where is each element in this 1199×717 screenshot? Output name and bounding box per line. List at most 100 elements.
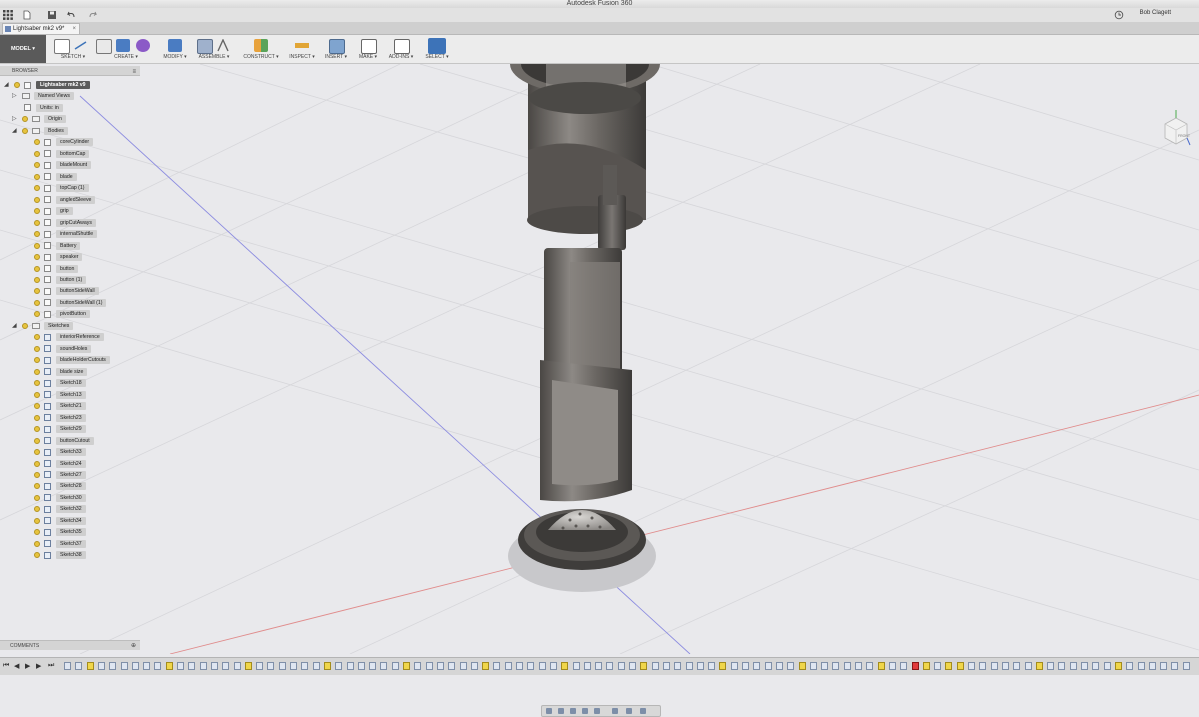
- sketch-row[interactable]: buttonCutout: [0, 436, 140, 446]
- timeline-feature-icon[interactable]: [233, 662, 241, 670]
- timeline-feature-icon[interactable]: [595, 662, 603, 670]
- timeline-feature-icon[interactable]: [267, 662, 275, 670]
- visibility-bulb-icon[interactable]: [34, 483, 40, 490]
- visibility-bulb-icon[interactable]: [34, 517, 40, 524]
- timeline-feature-icon[interactable]: [1182, 662, 1190, 670]
- select-group[interactable]: SELECT ▾: [422, 37, 452, 61]
- visibility-bulb-icon[interactable]: [34, 219, 40, 226]
- timeline-feature-icon[interactable]: [482, 662, 490, 670]
- visibility-bulb-icon[interactable]: [34, 391, 40, 398]
- visibility-bulb-icon[interactable]: [34, 242, 40, 249]
- sketch-row[interactable]: Sketch21: [0, 401, 140, 411]
- timeline-feature-icon[interactable]: [1103, 662, 1111, 670]
- addins-group[interactable]: ADD-INS ▾: [386, 37, 416, 61]
- timeline-feature-icon[interactable]: [1001, 662, 1009, 670]
- construct-group[interactable]: CONSTRUCT ▾: [240, 37, 282, 61]
- timeline-feature-icon[interactable]: [888, 662, 896, 670]
- timeline-feature-icon[interactable]: [1171, 662, 1179, 670]
- visibility-bulb-icon[interactable]: [34, 494, 40, 501]
- timeline-feature-icon[interactable]: [120, 662, 128, 670]
- visibility-bulb-icon[interactable]: [34, 185, 40, 192]
- timeline-feature-icon[interactable]: [1160, 662, 1168, 670]
- timeline-feature-icon[interactable]: [493, 662, 501, 670]
- sketch-row[interactable]: Sketch23: [0, 413, 140, 423]
- visibility-bulb-icon[interactable]: [34, 449, 40, 456]
- body-row[interactable]: grip: [0, 206, 140, 216]
- visibility-bulb-icon[interactable]: [34, 460, 40, 467]
- visibility-bulb-icon[interactable]: [34, 529, 40, 536]
- visibility-bulb-icon[interactable]: [34, 471, 40, 478]
- body-row[interactable]: coreCylinder: [0, 137, 140, 147]
- timeline-feature-icon[interactable]: [549, 662, 557, 670]
- visibility-bulb-icon[interactable]: [34, 196, 40, 203]
- create-group[interactable]: CREATE ▾: [96, 37, 156, 61]
- timeline-feature-icon[interactable]: [561, 662, 569, 670]
- timeline-feature-icon[interactable]: [866, 662, 874, 670]
- sketch-row[interactable]: Sketch35: [0, 527, 140, 537]
- visibility-bulb-icon[interactable]: [14, 82, 20, 88]
- workspace-switcher[interactable]: MODEL ▾: [0, 35, 46, 63]
- timeline-feature-icon[interactable]: [900, 662, 908, 670]
- sketch-row[interactable]: Sketch27: [0, 470, 140, 480]
- timeline-feature-icon[interactable]: [775, 662, 783, 670]
- timeline-feature-icon[interactable]: [199, 662, 207, 670]
- timeline-feature-icon[interactable]: [764, 662, 772, 670]
- timeline-feature-icon[interactable]: [86, 662, 94, 670]
- canvas-viewport[interactable]: FRONT: [0, 34, 1199, 717]
- timeline-feature-icon[interactable]: [143, 662, 151, 670]
- visibility-bulb-icon[interactable]: [34, 311, 40, 318]
- timeline-feature-icon[interactable]: [742, 662, 749, 670]
- timeline-feature-icon[interactable]: [527, 662, 535, 670]
- body-row[interactable]: buttonSideWall (1): [0, 298, 140, 308]
- visibility-bulb-icon[interactable]: [34, 552, 40, 559]
- timeline-feature-icon[interactable]: [1013, 662, 1021, 670]
- timeline-feature-icon[interactable]: [990, 662, 998, 670]
- body-row[interactable]: buttonSideWall: [0, 286, 140, 296]
- body-row[interactable]: pivotButton: [0, 309, 140, 319]
- expand-arrow-icon[interactable]: ◢: [12, 126, 17, 136]
- sketch-group[interactable]: SKETCH ▾: [52, 37, 94, 61]
- job-status-icon[interactable]: [1114, 10, 1124, 20]
- sketch-row[interactable]: Sketch38: [0, 550, 140, 560]
- timeline-feature-icon[interactable]: [911, 662, 919, 670]
- comments-panel[interactable]: COMMENTS ⊕: [0, 640, 140, 650]
- body-row[interactable]: angledSleeve: [0, 195, 140, 205]
- play-icon[interactable]: ▶: [25, 662, 30, 670]
- visibility-bulb-icon[interactable]: [34, 368, 40, 375]
- body-row[interactable]: topCap (1): [0, 183, 140, 193]
- timeline-feature-icon[interactable]: [651, 662, 659, 670]
- timeline-feature-icon[interactable]: [1058, 662, 1066, 670]
- timeline-feature-icon[interactable]: [210, 662, 218, 670]
- visibility-bulb-icon[interactable]: [34, 380, 40, 387]
- timeline-feature-icon[interactable]: [719, 662, 727, 670]
- timeline-feature-icon[interactable]: [877, 662, 885, 670]
- grip-sleeve-body[interactable]: [544, 248, 622, 376]
- timeline-feature-icon[interactable]: [640, 662, 648, 670]
- sketch-row[interactable]: Sketch37: [0, 539, 140, 549]
- timeline-feature-icon[interactable]: [934, 662, 942, 670]
- body-row[interactable]: internalShuttle: [0, 229, 140, 239]
- timeline-feature-icon[interactable]: [436, 662, 444, 670]
- timeline-feature-icon[interactable]: [821, 662, 829, 670]
- model-canvas[interactable]: [0, 34, 1199, 655]
- timeline-feature-icon[interactable]: [414, 662, 422, 670]
- browser-node[interactable]: ◢ Bodies: [0, 126, 140, 136]
- body-row[interactable]: button (1): [0, 275, 140, 285]
- make-group[interactable]: MAKE ▾: [354, 37, 382, 61]
- sketch-row[interactable]: Sketch32: [0, 504, 140, 514]
- step-back-icon[interactable]: ◀: [14, 662, 19, 670]
- timeline-feature-icon[interactable]: [403, 662, 410, 670]
- timeline-feature-icon[interactable]: [753, 662, 761, 670]
- bottom-cap-body[interactable]: [508, 509, 656, 592]
- timeline-feature-icon[interactable]: [832, 662, 840, 670]
- timeline-feature-icon[interactable]: [1069, 662, 1077, 670]
- inspect-group[interactable]: INSPECT ▾: [288, 37, 316, 61]
- zoom-icon[interactable]: [582, 708, 588, 714]
- timeline-feature-icon[interactable]: [956, 662, 964, 670]
- comments-add-icon[interactable]: ⊕: [131, 641, 136, 651]
- go-to-end-icon[interactable]: ⏭: [48, 662, 54, 670]
- timeline-feature-icon[interactable]: [357, 662, 365, 670]
- timeline-feature-icon[interactable]: [674, 662, 682, 670]
- timeline-feature-icon[interactable]: [290, 662, 297, 670]
- timeline-feature-icon[interactable]: [1114, 662, 1122, 670]
